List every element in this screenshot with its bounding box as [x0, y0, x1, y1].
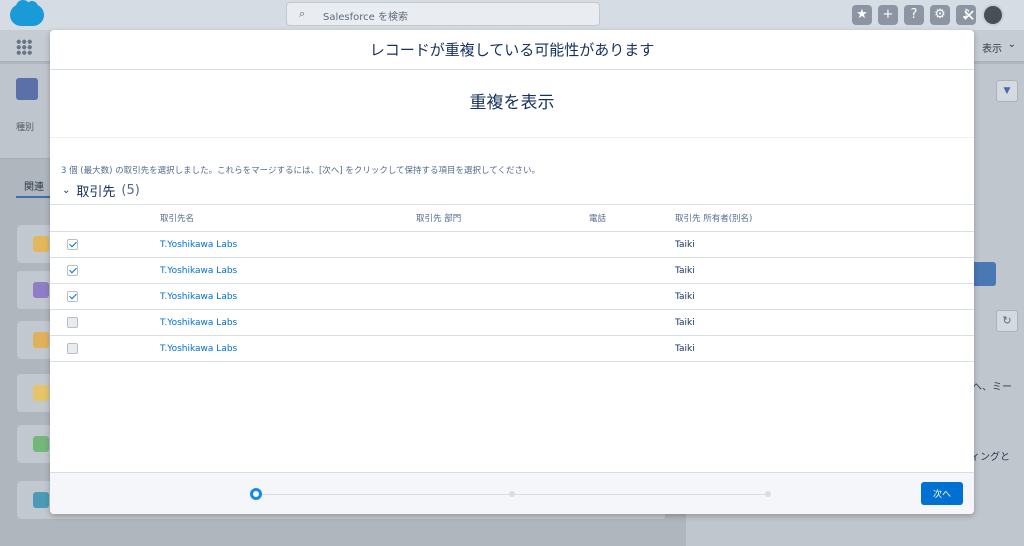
record-name-link[interactable]: T.Yoshikawa Labs [160, 240, 237, 250]
record-type-label: 種別 [16, 123, 35, 133]
row-select-cell [50, 309, 160, 336]
table-row: T.Yoshikawa Labs Taiki [50, 309, 974, 336]
sidebar-text: ィングと [970, 452, 1010, 463]
related-list-icon [33, 492, 49, 508]
row-select-cell [50, 283, 160, 310]
section-title-label: 取引先 [76, 185, 116, 200]
row-checkbox[interactable] [67, 291, 78, 302]
duplicate-records-modal: レコードが重複している可能性があります 重複を表示 3 個 (最大数) の取引先… [50, 30, 974, 514]
phone-cell [589, 257, 675, 284]
table-row: T.Yoshikawa Labs Taiki [50, 231, 974, 258]
row-checkbox[interactable] [67, 239, 78, 250]
modal-footer: 次へ [50, 472, 974, 514]
record-name-link[interactable]: T.Yoshikawa Labs [160, 292, 237, 302]
row-select-cell [50, 335, 160, 362]
table-row: T.Yoshikawa Labs Taiki [50, 257, 974, 284]
progress-track [515, 494, 767, 495]
row-select-cell [50, 257, 160, 284]
phone-cell [589, 335, 675, 362]
gear-icon[interactable]: ⚙ [930, 5, 950, 25]
merge-instructions: 3 個 (最大数) の取引先を選択しました。これらをマージするには、[次へ] を… [61, 166, 541, 176]
column-header-phone: 電話 [589, 204, 675, 232]
record-name-link[interactable]: T.Yoshikawa Labs [160, 344, 237, 354]
modal-title: レコードが重複している可能性があります [50, 30, 974, 70]
tab-related[interactable]: 関連 [24, 178, 44, 193]
next-button[interactable]: 次へ [921, 482, 963, 505]
department-cell [416, 335, 589, 362]
phone-cell [589, 283, 675, 310]
name-cell: T.Yoshikawa Labs [160, 283, 416, 310]
chevron-down-icon[interactable]: ⌄ [1008, 39, 1016, 50]
modal-subtitle: 重複を表示 [50, 70, 974, 138]
refresh-icon[interactable]: ↻ [996, 310, 1018, 332]
favorites-star-icon[interactable]: ★ [852, 5, 872, 25]
progress-step [509, 491, 515, 497]
department-cell [416, 309, 589, 336]
owner-cell: Taiki [675, 335, 974, 362]
name-cell: T.Yoshikawa Labs [160, 257, 416, 284]
table-header-row: 取引先名 取引先 部門 電話 取引先 所有者(別名) [50, 204, 974, 232]
phone-cell [589, 231, 675, 258]
related-list-icon [33, 385, 49, 401]
department-cell [416, 257, 589, 284]
close-icon[interactable]: ✕ [961, 8, 977, 24]
department-cell [416, 231, 589, 258]
column-header-owner: 取引先 所有者(別名) [675, 204, 974, 232]
related-list-icon [33, 282, 49, 298]
sidebar-text: へ、ミー [972, 382, 1012, 393]
table-row: T.Yoshikawa Labs Taiki [50, 283, 974, 310]
row-checkbox[interactable] [67, 343, 78, 354]
phone-cell [589, 309, 675, 336]
owner-cell: Taiki [675, 283, 974, 310]
chevron-down-icon[interactable]: ▼ [996, 80, 1018, 102]
column-header-name: 取引先名 [160, 204, 416, 232]
owner-cell: Taiki [675, 231, 974, 258]
department-cell [416, 283, 589, 310]
column-header-select [50, 204, 160, 232]
owner-cell: Taiki [675, 257, 974, 284]
record-name-link[interactable]: T.Yoshikawa Labs [160, 266, 237, 276]
search-icon: ⌕ [299, 7, 306, 20]
name-cell: T.Yoshikawa Labs [160, 231, 416, 258]
progress-track [262, 494, 512, 495]
nav-view-label[interactable]: 表示 [982, 40, 1002, 55]
record-type-icon [16, 78, 38, 100]
header-utility-icons: ★ + ? ⚙ ♪ [852, 4, 1004, 26]
name-cell: T.Yoshikawa Labs [160, 335, 416, 362]
section-toggle-accounts[interactable]: ⌄ 取引先 (5) [62, 181, 140, 200]
salesforce-logo[interactable] [10, 0, 44, 26]
progress-step [765, 491, 771, 497]
global-search-input[interactable]: ⌕ Salesforce を検索 [286, 2, 600, 26]
progress-step-current [250, 488, 262, 500]
row-checkbox[interactable] [67, 265, 78, 276]
record-name-link[interactable]: T.Yoshikawa Labs [160, 318, 237, 328]
row-checkbox[interactable] [67, 317, 78, 328]
related-list-icon [33, 332, 49, 348]
duplicates-table: 取引先名 取引先 部門 電話 取引先 所有者(別名) T.Yoshikawa L… [50, 204, 974, 362]
table-row: T.Yoshikawa Labs Taiki [50, 335, 974, 362]
related-list-icon [33, 436, 49, 452]
column-header-department: 取引先 部門 [416, 204, 589, 232]
add-plus-icon[interactable]: + [878, 5, 898, 25]
app-launcher-grid-icon[interactable] [16, 39, 32, 55]
chevron-down-icon: ⌄ [62, 185, 71, 196]
owner-cell: Taiki [675, 309, 974, 336]
avatar[interactable] [982, 4, 1004, 26]
section-count: (5) [121, 183, 140, 198]
related-list-icon [33, 236, 49, 252]
search-placeholder: Salesforce を検索 [323, 12, 408, 23]
name-cell: T.Yoshikawa Labs [160, 309, 416, 336]
help-icon[interactable]: ? [904, 5, 924, 25]
row-select-cell [50, 231, 160, 258]
global-header: ⌕ Salesforce を検索 ★ + ? ⚙ ♪ [0, 0, 1024, 30]
